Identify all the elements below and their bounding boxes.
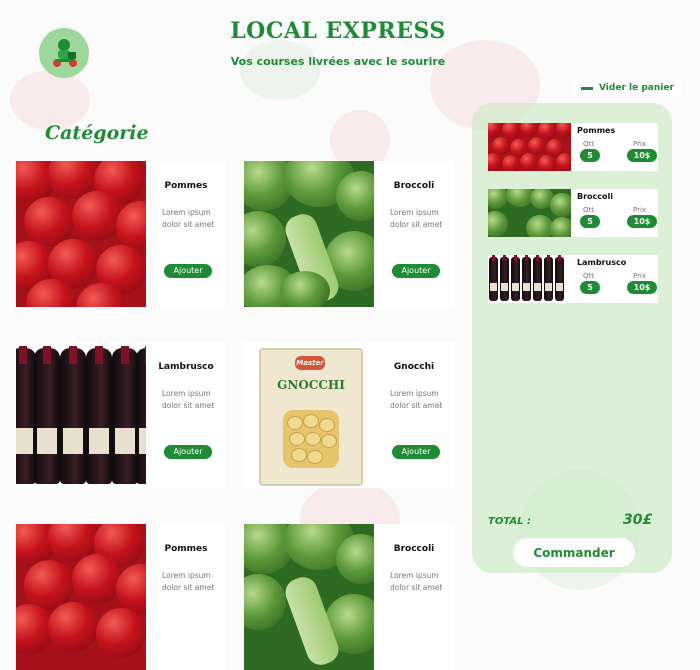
- add-button[interactable]: Ajouter: [392, 264, 440, 278]
- product-card: Pommes Lorem ipsum dolor sit amet Ajoute…: [16, 161, 226, 307]
- price-label: Prix: [633, 272, 647, 280]
- product-name: Pommes: [164, 181, 208, 191]
- qty-value[interactable]: 5: [580, 215, 600, 228]
- add-button[interactable]: Ajouter: [164, 445, 212, 459]
- cart-item: Lambrusco Qtt Prix 5 10$: [488, 255, 658, 303]
- cart-item-image: [488, 123, 571, 171]
- category-heading: Catégorie: [45, 122, 149, 144]
- product-card: Broccoli Lorem ipsum dolor sit amet Ajou…: [244, 161, 454, 307]
- qty-label: Qtt: [583, 206, 594, 214]
- product-description: Lorem ipsum dolor sit amet: [390, 571, 443, 592]
- product-card: Broccoli Lorem ipsum dolor sit amet: [244, 524, 454, 670]
- cart-item-image: [488, 255, 571, 303]
- qty-value[interactable]: 5: [580, 149, 600, 162]
- product-card: Pommes Lorem ipsum dolor sit amet: [16, 524, 226, 670]
- product-image: [16, 524, 146, 670]
- clear-cart-label: Vider le panier: [599, 83, 674, 93]
- app-subtitle: Vos courses livrées avec le sourire: [230, 55, 446, 68]
- price-value: 10$: [627, 281, 657, 294]
- product-image: [244, 524, 374, 670]
- product-card: Master GNOCCHI Gnocchi Lorem ipsum dolor…: [244, 342, 454, 488]
- total-value: 30£: [623, 512, 653, 528]
- background-broccoli: [240, 40, 320, 100]
- qty-label: Qtt: [583, 272, 594, 280]
- app-title: LOCAL EXPRESS: [230, 18, 446, 44]
- product-name: Gnocchi: [393, 362, 435, 372]
- price-label: Prix: [633, 140, 647, 148]
- product-image: Master GNOCCHI: [244, 342, 374, 488]
- product-card: Lambrusco Lorem ipsum dolor sit amet Ajo…: [16, 342, 226, 488]
- cart-item-name: Lambrusco: [577, 258, 627, 267]
- cart-panel: Pommes Qtt Prix 5 10$ Broccoli Qtt Prix …: [472, 103, 672, 573]
- price-value: 10$: [627, 215, 657, 228]
- background-tomato: [10, 70, 90, 130]
- minus-icon: [581, 86, 593, 90]
- cart-item: Pommes Qtt Prix 5 10$: [488, 123, 658, 171]
- product-description: Lorem ipsum dolor sit amet: [390, 389, 443, 410]
- product-name: Broccoli: [393, 544, 435, 554]
- qty-label: Qtt: [583, 140, 594, 148]
- add-button[interactable]: Ajouter: [392, 445, 440, 459]
- product-name: Broccoli: [393, 181, 435, 191]
- price-value: 10$: [627, 149, 657, 162]
- package-text: GNOCCHI: [277, 378, 345, 392]
- package-brand: Master: [295, 356, 325, 370]
- cart-item-name: Pommes: [577, 126, 616, 135]
- product-name: Pommes: [164, 544, 208, 554]
- product-description: Lorem ipsum dolor sit amet: [162, 389, 215, 410]
- total-label: TOTAL :: [488, 516, 531, 527]
- qty-value[interactable]: 5: [580, 281, 600, 294]
- cart-item-image: [488, 189, 571, 237]
- product-description: Lorem ipsum dolor sit amet: [162, 571, 215, 592]
- product-image: [244, 161, 374, 307]
- clear-cart-button[interactable]: Vider le panier: [573, 80, 682, 96]
- product-image: [16, 161, 146, 307]
- product-description: Lorem ipsum dolor sit amet: [390, 208, 443, 229]
- cart-item: Broccoli Qtt Prix 5 10$: [488, 189, 658, 237]
- price-label: Prix: [633, 206, 647, 214]
- product-name: Lambrusco: [158, 362, 214, 372]
- cart-item-name: Broccoli: [577, 192, 614, 201]
- order-button[interactable]: Commander: [513, 538, 635, 567]
- product-image: [16, 342, 146, 488]
- add-button[interactable]: Ajouter: [164, 264, 212, 278]
- product-description: Lorem ipsum dolor sit amet: [162, 208, 215, 229]
